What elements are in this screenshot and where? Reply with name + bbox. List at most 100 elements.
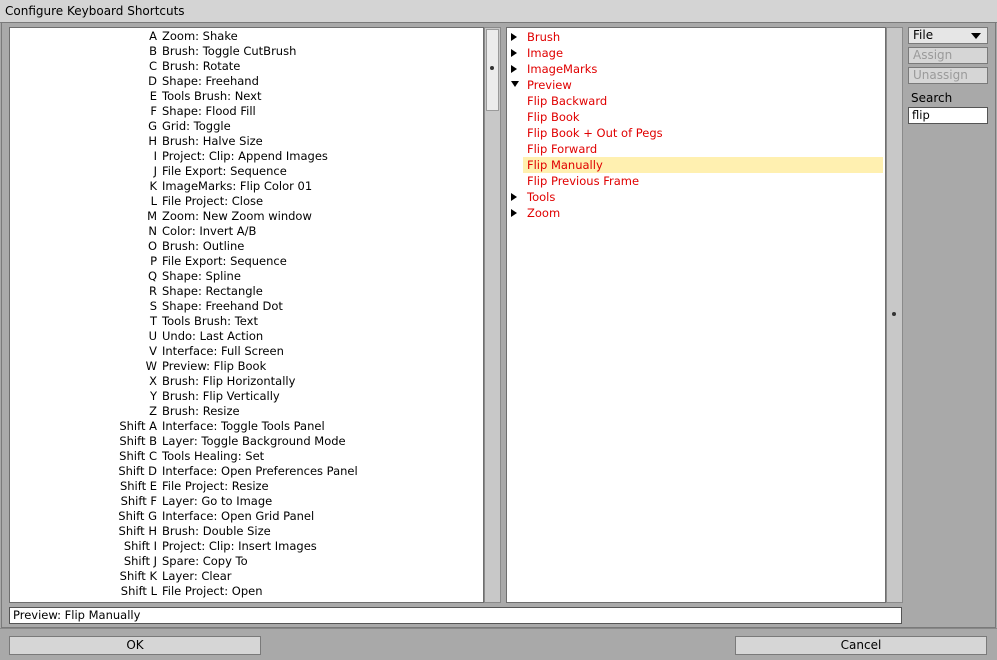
shortcut-action: Brush: Flip Vertically bbox=[162, 389, 280, 403]
tree-item[interactable]: Flip Book bbox=[507, 109, 885, 125]
tree-label: Tools bbox=[527, 190, 556, 204]
scrollbar-thumb[interactable] bbox=[486, 29, 499, 111]
shortcut-row[interactable]: Y Brush: Flip Vertically bbox=[10, 389, 483, 404]
tree-folder[interactable]: Image bbox=[507, 45, 885, 61]
shortcut-list[interactable]: A Zoom: Shake B Brush: Toggle CutBrush C Brus… bbox=[9, 27, 484, 603]
tree-folder[interactable]: Preview bbox=[507, 77, 885, 93]
shortcut-key: Shift J bbox=[123, 554, 157, 568]
shortcut-row[interactable]: Shift H Brush: Double Size bbox=[10, 524, 483, 539]
shortcut-action: File Project: Resize bbox=[162, 479, 269, 493]
triangle-down-icon[interactable] bbox=[511, 81, 519, 87]
shortcut-list-scrollbar[interactable] bbox=[484, 27, 501, 603]
splitter-grip-icon[interactable] bbox=[892, 312, 896, 316]
shortcut-row[interactable]: F Shape: Flood Fill bbox=[10, 104, 483, 119]
ok-button[interactable]: OK bbox=[9, 636, 261, 655]
tree-folder[interactable]: Brush bbox=[507, 29, 885, 45]
shortcut-row[interactable]: Q Shape: Spline bbox=[10, 269, 483, 284]
shortcut-row[interactable]: Shift D Interface: Open Preferences Panel bbox=[10, 464, 483, 479]
shortcut-action: Brush: Resize bbox=[162, 404, 240, 418]
shortcut-row[interactable]: Shift F Layer: Go to Image bbox=[10, 494, 483, 509]
tree-folder[interactable]: ImageMarks bbox=[507, 61, 885, 77]
file-dropdown-label: File bbox=[913, 28, 934, 42]
shortcut-action: Interface: Toggle Tools Panel bbox=[162, 419, 325, 433]
shortcut-row[interactable]: K ImageMarks: Flip Color 01 bbox=[10, 179, 483, 194]
shortcut-action: Project: Clip: Append Images bbox=[162, 149, 328, 163]
shortcut-row[interactable]: P File Export: Sequence bbox=[10, 254, 483, 269]
tree-label: Brush bbox=[527, 30, 561, 44]
triangle-right-icon[interactable] bbox=[511, 193, 517, 201]
shortcut-action: Brush: Toggle CutBrush bbox=[162, 44, 297, 58]
shortcut-row[interactable]: Shift J Spare: Copy To bbox=[10, 554, 483, 569]
shortcut-key: M bbox=[147, 209, 157, 223]
triangle-right-icon[interactable] bbox=[511, 33, 517, 41]
shortcut-row[interactable]: Shift B Layer: Toggle Background Mode bbox=[10, 434, 483, 449]
shortcut-key: C bbox=[148, 59, 157, 73]
shortcut-key: R bbox=[149, 284, 157, 298]
tree-folder[interactable]: Zoom bbox=[507, 205, 885, 221]
shortcut-row[interactable]: Shift A Interface: Toggle Tools Panel bbox=[10, 419, 483, 434]
shortcut-row[interactable]: R Shape: Rectangle bbox=[10, 284, 483, 299]
file-dropdown[interactable]: File bbox=[908, 27, 988, 44]
shortcut-row[interactable]: Shift E File Project: Resize bbox=[10, 479, 483, 494]
shortcut-action: Brush: Outline bbox=[162, 239, 245, 253]
shortcut-row[interactable]: B Brush: Toggle CutBrush bbox=[10, 44, 483, 59]
shortcut-row[interactable]: M Zoom: New Zoom window bbox=[10, 209, 483, 224]
shortcut-row[interactable]: Shift K Layer: Clear bbox=[10, 569, 483, 584]
window-title: Configure Keyboard Shortcuts bbox=[5, 4, 185, 18]
tree-item[interactable]: Flip Previous Frame bbox=[507, 173, 885, 189]
shortcut-row[interactable]: I Project: Clip: Append Images bbox=[10, 149, 483, 164]
shortcut-row[interactable]: Z Brush: Resize bbox=[10, 404, 483, 419]
shortcut-row[interactable]: O Brush: Outline bbox=[10, 239, 483, 254]
triangle-right-icon[interactable] bbox=[511, 209, 517, 217]
tree-label: Flip Previous Frame bbox=[527, 174, 640, 188]
triangle-right-icon[interactable] bbox=[511, 65, 517, 73]
shortcut-key: I bbox=[153, 149, 157, 163]
tree-item[interactable]: Flip Book + Out of Pegs bbox=[507, 125, 885, 141]
shortcut-row[interactable]: A Zoom: Shake bbox=[10, 29, 483, 44]
search-input[interactable]: flip bbox=[908, 107, 988, 124]
shortcut-row[interactable]: E Tools Brush: Next bbox=[10, 89, 483, 104]
shortcut-key: Shift A bbox=[119, 419, 157, 433]
shortcut-row[interactable]: Shift L File Project: Open bbox=[10, 584, 483, 599]
tree-label: Flip Manually bbox=[527, 158, 603, 172]
triangle-right-icon[interactable] bbox=[511, 49, 517, 57]
shortcut-row[interactable]: V Interface: Full Screen bbox=[10, 344, 483, 359]
shortcut-key: O bbox=[147, 239, 157, 253]
cancel-button[interactable]: Cancel bbox=[735, 636, 987, 655]
shortcut-row[interactable]: D Shape: Freehand bbox=[10, 74, 483, 89]
shortcut-action: Spare: Copy To bbox=[162, 554, 248, 568]
selected-action-field[interactable]: Preview: Flip Manually bbox=[9, 607, 902, 624]
tree-item[interactable]: Flip Backward bbox=[507, 93, 885, 109]
shortcut-row[interactable]: U Undo: Last Action bbox=[10, 329, 483, 344]
shortcut-key: Shift F bbox=[120, 494, 157, 508]
shortcut-row[interactable]: X Brush: Flip Horizontally bbox=[10, 374, 483, 389]
tree-item[interactable]: Flip Forward bbox=[507, 141, 885, 157]
shortcut-row[interactable]: L File Project: Close bbox=[10, 194, 483, 209]
shortcut-row[interactable]: W Preview: Flip Book bbox=[10, 359, 483, 374]
shortcut-key: P bbox=[150, 254, 157, 268]
action-tree[interactable]: Brush Image ImageMarks Preview Flip Backward… bbox=[506, 27, 886, 603]
shortcut-row[interactable]: T Tools Brush: Text bbox=[10, 314, 483, 329]
shortcut-row[interactable]: Shift I Project: Clip: Insert Images bbox=[10, 539, 483, 554]
shortcut-row[interactable]: S Shape: Freehand Dot bbox=[10, 299, 483, 314]
shortcut-action: Brush: Double Size bbox=[162, 524, 271, 538]
shortcut-action: File Project: Close bbox=[162, 194, 264, 208]
shortcut-row[interactable]: Shift C Tools Healing: Set bbox=[10, 449, 483, 464]
tree-item[interactable]: Flip Manually bbox=[523, 157, 883, 173]
shortcut-row[interactable]: N Color: Invert A/B bbox=[10, 224, 483, 239]
assign-button[interactable]: Assign bbox=[908, 47, 988, 64]
shortcut-row[interactable]: G Grid: Toggle bbox=[10, 119, 483, 134]
shortcut-row[interactable]: H Brush: Halve Size bbox=[10, 134, 483, 149]
unassign-button[interactable]: Unassign bbox=[908, 67, 988, 84]
shortcut-row[interactable]: Shift G Interface: Open Grid Panel bbox=[10, 509, 483, 524]
action-tree-scrollbar[interactable] bbox=[886, 27, 903, 603]
shortcut-action: Shape: Freehand Dot bbox=[162, 299, 283, 313]
shortcut-action: Tools Healing: Set bbox=[162, 449, 265, 463]
shortcut-key: Shift E bbox=[119, 479, 157, 493]
shortcut-row[interactable]: J File Export: Sequence bbox=[10, 164, 483, 179]
shortcut-row[interactable]: C Brush: Rotate bbox=[10, 59, 483, 74]
splitter-grip-icon[interactable] bbox=[490, 66, 494, 70]
tree-folder[interactable]: Tools bbox=[507, 189, 885, 205]
shortcut-key: Shift L bbox=[120, 584, 157, 598]
shortcut-key: S bbox=[149, 299, 157, 313]
